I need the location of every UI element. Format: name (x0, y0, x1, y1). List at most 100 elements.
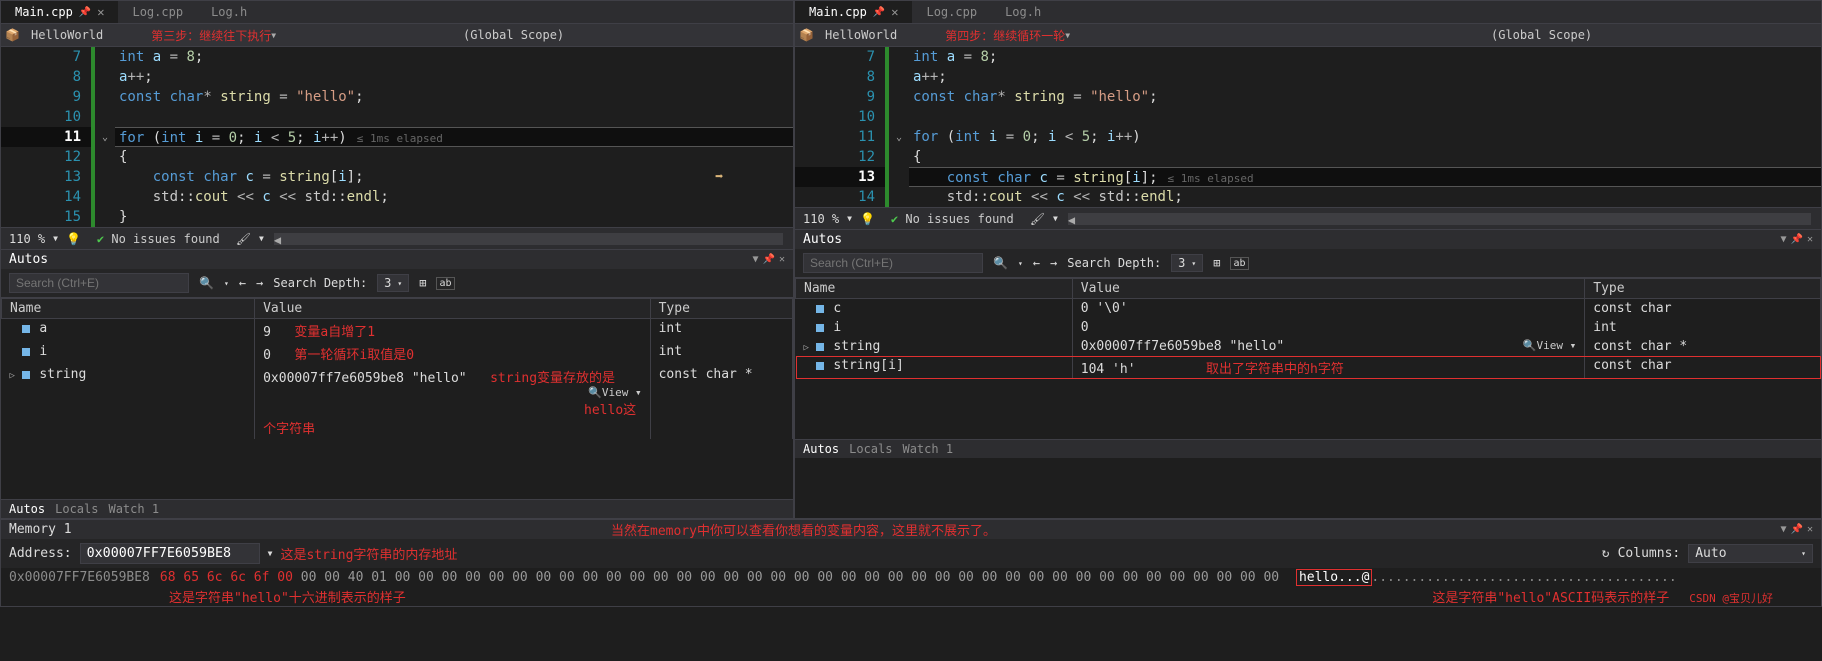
tab-label: Log.h (211, 5, 247, 19)
close-icon[interactable]: ✕ (1807, 234, 1813, 245)
dropdown-icon[interactable]: ▼ (752, 254, 758, 265)
search-input[interactable] (803, 253, 983, 273)
col-value[interactable]: Value (1072, 279, 1585, 299)
autos-panel-header[interactable]: Autos ▼📌✕ (1, 249, 793, 269)
col-value[interactable]: Value (255, 299, 651, 319)
context-bar: 📦 HelloWorld 第四步：继续循环一轮 ▼ (Global Scope) (795, 23, 1821, 47)
annotation: 第一轮循环i取值是0 (294, 348, 414, 363)
ascii-hello: hello...@ (1297, 570, 1371, 585)
chevron-down-icon[interactable]: ▼ (1053, 214, 1058, 223)
project-name[interactable]: HelloWorld (817, 28, 905, 42)
nav-prev-icon[interactable]: ← (1033, 256, 1040, 270)
toolbar-icon[interactable]: ab (1230, 257, 1248, 270)
address-input[interactable] (80, 543, 260, 564)
toolbar-icon[interactable]: ab (436, 277, 454, 290)
footer-tab-locals[interactable]: Locals (55, 502, 98, 516)
expand-icon[interactable]: ▷ (10, 371, 20, 381)
memory-header[interactable]: Memory 1 当然在memory中你可以查看你想看的变量内容，这里就不展示了… (1, 520, 1821, 539)
search-depth-label: Search Depth: (273, 276, 367, 290)
pin-icon[interactable]: 📌 (763, 254, 775, 265)
zoom-level[interactable]: 110 % (1, 232, 53, 246)
scope-dropdown[interactable]: (Global Scope) (1471, 28, 1821, 42)
annotation: 取出了字符串中的h字符 (1206, 362, 1344, 377)
dropdown-icon[interactable]: ▼ (1780, 524, 1786, 535)
panel-title: Autos (803, 232, 842, 247)
search-depth-dropdown[interactable]: 3▾ (377, 274, 409, 292)
search-icon[interactable]: 🔍 (199, 276, 214, 290)
refresh-icon[interactable]: ↻ (1602, 546, 1610, 561)
search-depth-dropdown[interactable]: 3▾ (1171, 254, 1203, 272)
table-row[interactable]: ▷ string 0x00007ff7e6059be8 "hello" stri… (2, 365, 793, 439)
tab-main-cpp[interactable]: Main.cpp📌✕ (1, 1, 118, 23)
close-icon[interactable]: ✕ (779, 254, 785, 265)
line-gutter: 78910 1112 ➡13 14 (795, 47, 885, 207)
lightbulb-icon[interactable]: 💡 (58, 232, 89, 246)
tab-log-h[interactable]: Log.h (197, 1, 261, 23)
brush-icon[interactable]: 🖌 (1022, 212, 1053, 226)
col-type[interactable]: Type (650, 299, 792, 319)
table-row[interactable]: c 0 '\0'const char (796, 299, 1821, 319)
autos-panel-header[interactable]: Autos ▼ 📌 ✕ (795, 229, 1821, 249)
code-editor[interactable]: 78910 ➡11 12131415 ⌄ int a = 8; a++; con… (1, 47, 793, 227)
code-body[interactable]: int a = 8; a++; const char* string = "he… (909, 47, 1821, 207)
pin-icon[interactable]: 📌 (1791, 234, 1803, 245)
nav-next-icon[interactable]: → (256, 276, 263, 290)
pin-icon[interactable]: 📌 (79, 7, 91, 18)
table-row[interactable]: a 9 变量a自增了1 int (2, 319, 793, 343)
tab-log-h[interactable]: Log.h (991, 1, 1055, 23)
dropdown-icon[interactable]: ▼ (1780, 234, 1786, 245)
horizontal-scrollbar[interactable]: ◀ (274, 233, 783, 245)
expand-icon[interactable]: ▷ (804, 343, 814, 353)
issues-status[interactable]: ✔ No issues found (883, 212, 1022, 226)
view-button[interactable]: 🔍View ▾ (1523, 339, 1576, 352)
table-row[interactable]: string[i] 104 'h' 取出了字符串中的h字符 const char (796, 356, 1821, 379)
close-icon[interactable]: ✕ (891, 5, 898, 19)
col-name[interactable]: Name (796, 279, 1073, 299)
dropdown-icon[interactable]: ▼ (268, 549, 273, 558)
col-name[interactable]: Name (2, 299, 255, 319)
fold-toggle[interactable]: ⌄ (889, 127, 909, 147)
editor-status-bar: 110 %▼ 💡 ✔ No issues found 🖌▼ ◀ (1, 227, 793, 249)
tab-label: Log.h (1005, 5, 1041, 19)
tab-label: Log.cpp (926, 5, 977, 19)
code-editor[interactable]: 78910 1112 ➡13 14 ⌄ int a = 8; a++; cons… (795, 47, 1821, 207)
scope-dropdown[interactable]: (Global Scope) (443, 28, 793, 42)
nav-next-icon[interactable]: → (1050, 256, 1057, 270)
pin-icon[interactable]: 📌 (1791, 524, 1803, 535)
brush-icon[interactable]: 🖌 (228, 232, 259, 246)
horizontal-scrollbar[interactable]: ◀ (1068, 213, 1811, 225)
columns-dropdown[interactable]: Auto ▾ (1688, 544, 1813, 563)
tab-log-cpp[interactable]: Log.cpp (912, 1, 991, 23)
nav-prev-icon[interactable]: ← (239, 276, 246, 290)
footer-tab-watch[interactable]: Watch 1 (108, 502, 159, 516)
view-button[interactable]: 🔍View ▾ (588, 386, 641, 399)
footer-tab-locals[interactable]: Locals (849, 442, 892, 456)
table-row[interactable]: ▷ string 0x00007ff7e6059be8 "hello"🔍View… (796, 337, 1821, 356)
close-icon[interactable]: ✕ (1807, 524, 1813, 535)
code-body[interactable]: int a = 8; a++; const char* string = "he… (115, 47, 793, 227)
table-row[interactable]: i 0 第一轮循环i取值是0 int (2, 342, 793, 365)
tab-main-cpp[interactable]: Main.cpp📌✕ (795, 1, 912, 23)
table-row[interactable]: i 0int (796, 318, 1821, 337)
search-input[interactable] (9, 273, 189, 293)
toolbar-icon[interactable]: ⊞ (419, 276, 426, 290)
chevron-down-icon[interactable]: ▼ (271, 31, 276, 40)
issues-status[interactable]: ✔ No issues found (89, 232, 228, 246)
pin-icon[interactable]: 📌 (873, 7, 885, 18)
step-annotation: 第四步：继续循环一轮 (945, 27, 1065, 44)
footer-tab-autos[interactable]: Autos (9, 502, 45, 516)
close-icon[interactable]: ✕ (97, 5, 104, 19)
lightbulb-icon[interactable]: 💡 (852, 212, 883, 226)
memory-hex-row[interactable]: 0x00007FF7E6059BE8 68 65 6c 6c 6f 00 00 … (1, 568, 1821, 587)
chevron-down-icon[interactable]: ▼ (259, 234, 264, 243)
project-name[interactable]: HelloWorld (23, 28, 111, 42)
footer-tab-watch[interactable]: Watch 1 (902, 442, 953, 456)
footer-tab-autos[interactable]: Autos (803, 442, 839, 456)
fold-toggle[interactable]: ⌄ (95, 127, 115, 147)
tab-log-cpp[interactable]: Log.cpp (118, 1, 197, 23)
chevron-down-icon[interactable]: ▼ (1065, 31, 1070, 40)
search-icon[interactable]: 🔍 (993, 256, 1008, 270)
col-type[interactable]: Type (1585, 279, 1821, 299)
zoom-level[interactable]: 110 % (795, 212, 847, 226)
toolbar-icon[interactable]: ⊞ (1213, 256, 1220, 270)
